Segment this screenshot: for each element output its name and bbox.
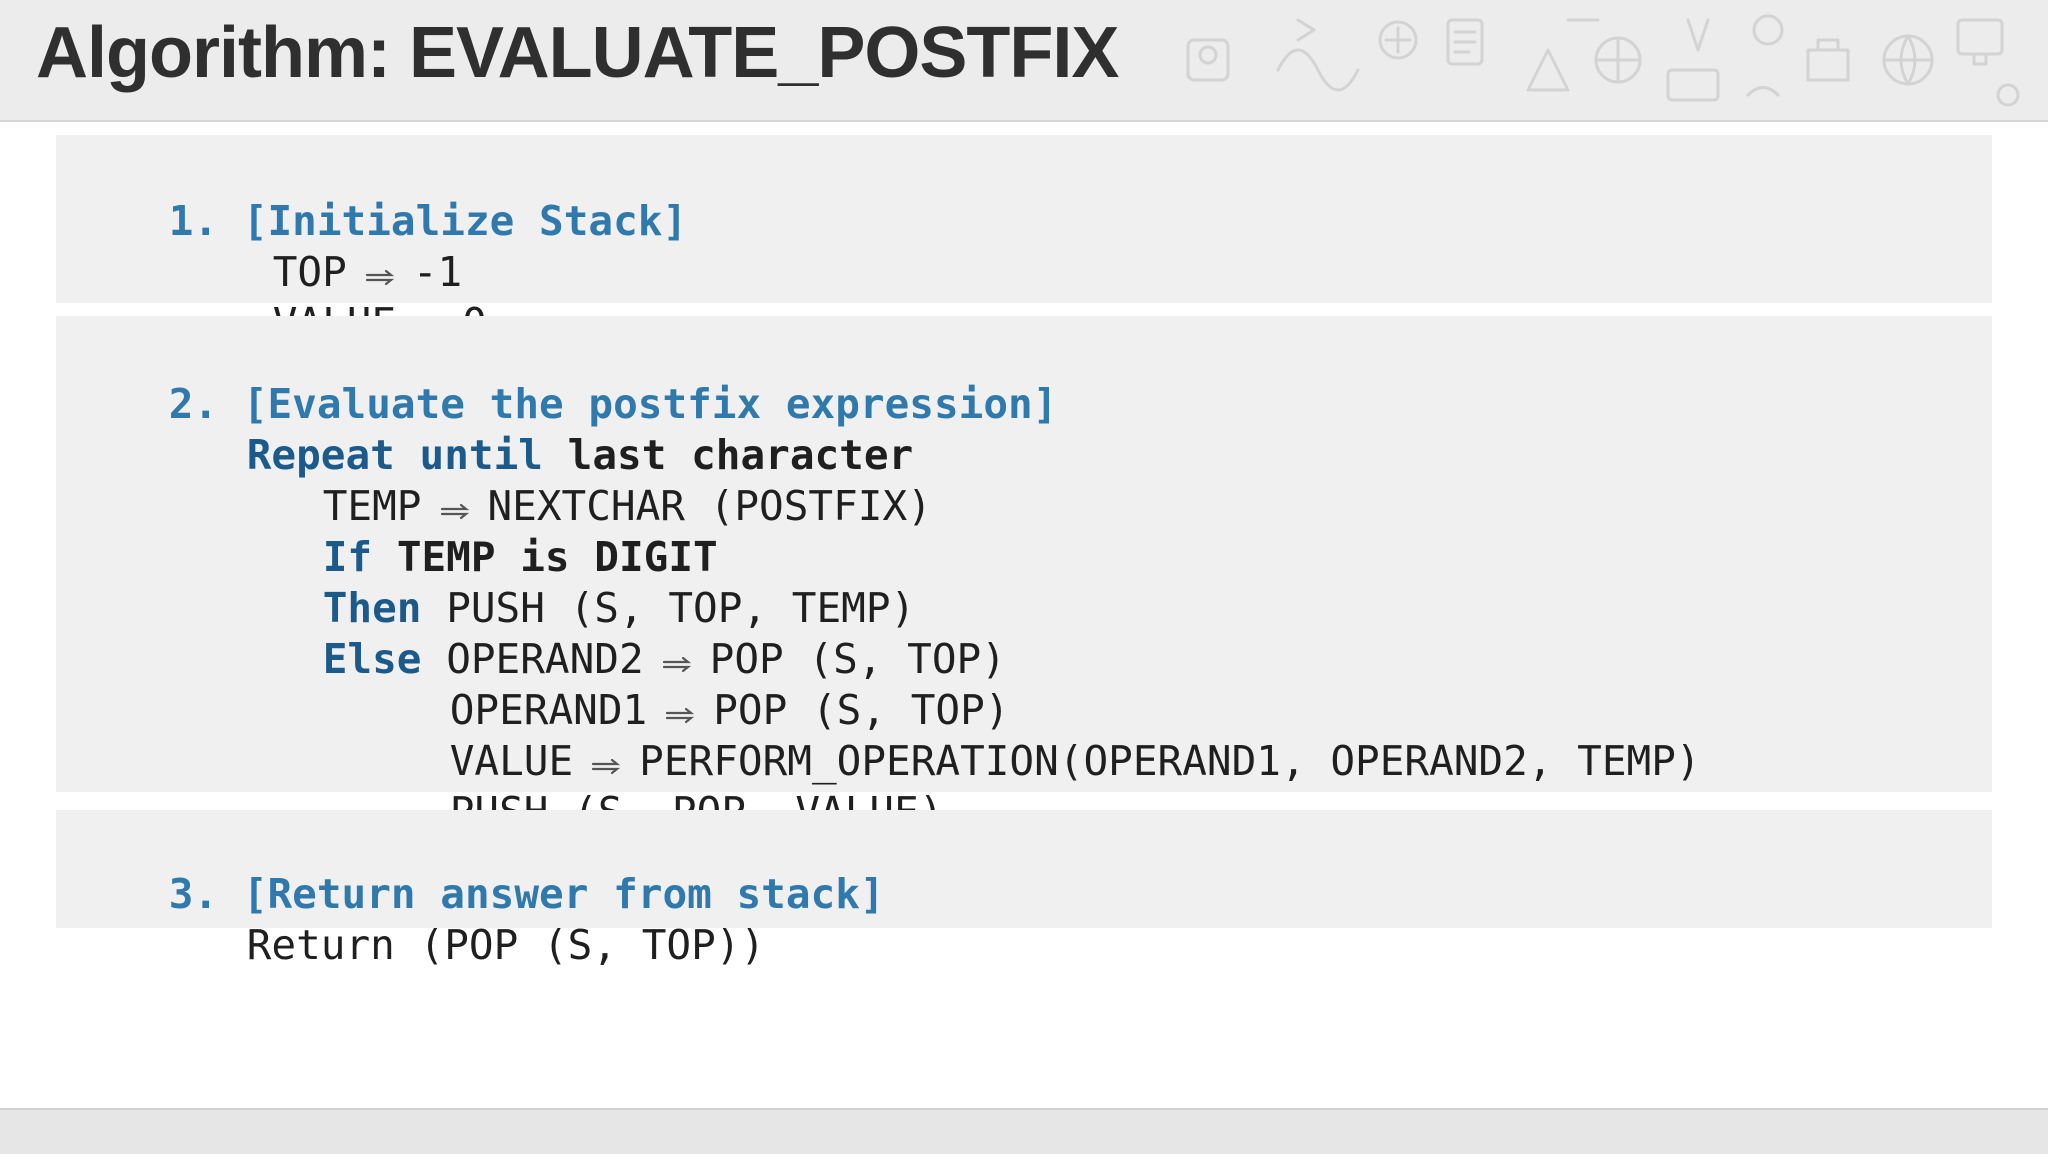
code-line: Return (POP (S, TOP)) [148, 869, 765, 1022]
doodle-pattern-icon [1186, 14, 2020, 107]
step-3-block: 3. [Return answer from stack] Return (PO… [56, 810, 1992, 969]
page-title: Algorithm: EVALUATE_POSTFIX [36, 13, 1119, 93]
footer-bar [0, 1108, 2048, 1154]
statement: Return (POP (S, TOP)) [246, 921, 766, 969]
step-1-block: 1. [Initialize Stack] TOP-1 VALUE0 [56, 135, 1992, 347]
step-2-block: 2. [Evaluate the postfix expression] Rep… [56, 316, 1992, 836]
header-bar: Algorithm: EVALUATE_POSTFIX [0, 0, 2048, 122]
